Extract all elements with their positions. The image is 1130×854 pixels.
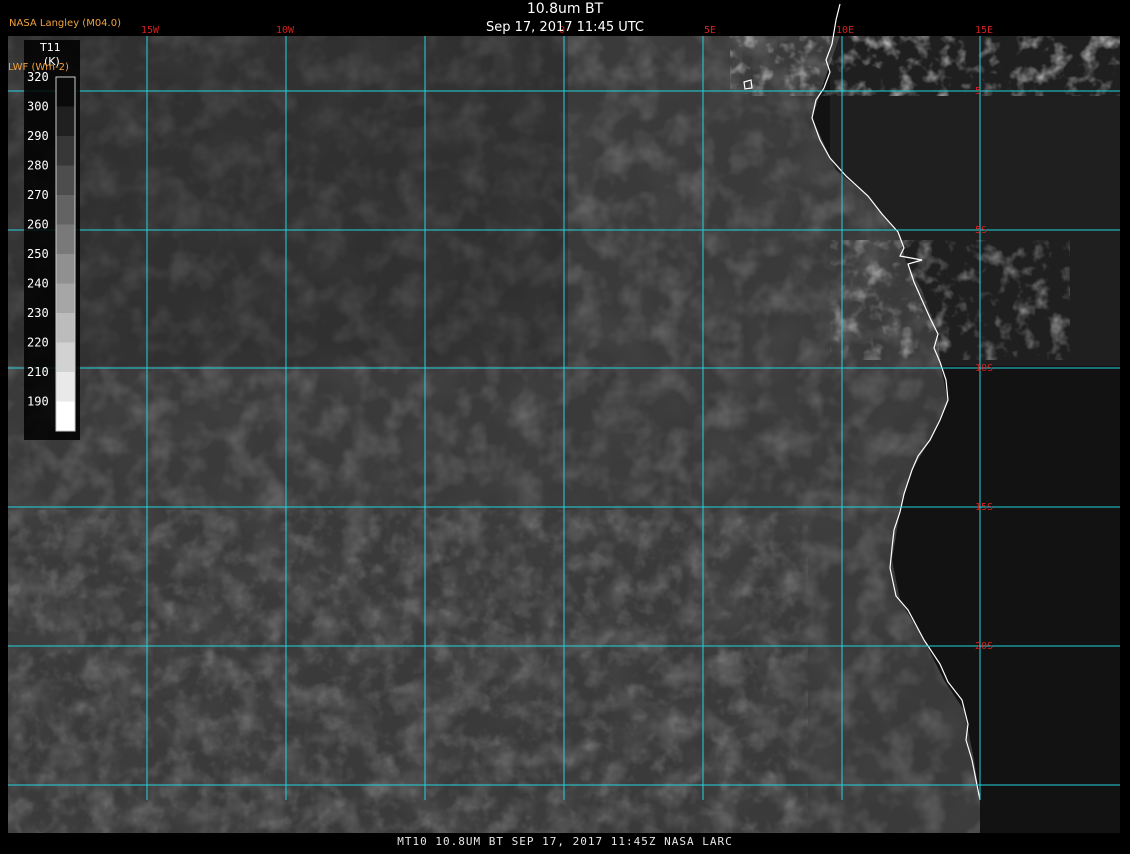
colorbar-tick-label: 240: [27, 277, 49, 291]
colorbar-swatch: [56, 401, 75, 432]
cloud-north-east: [730, 36, 1120, 96]
lat-label-5s: 5S: [975, 225, 987, 236]
colorbar-tick-label: 230: [27, 306, 49, 320]
colorbar-swatch: [56, 254, 75, 284]
ocean-dark-northwest: [8, 36, 568, 366]
colorbar: 320300290280270260250240230220210190: [24, 40, 80, 440]
colorbar-tick-label: 210: [27, 365, 49, 379]
colorbar-tick-label: 260: [27, 218, 49, 232]
satellite-image-viewer: 15W 10W 0 5E 10E 15E 5 5S 10S 15S 20S 32…: [0, 0, 1130, 850]
footer-caption: MT10 10.8UM BT SEP 17, 2017 11:45Z NASA …: [397, 835, 733, 848]
lat-label-10s: 10S: [975, 363, 993, 374]
colorbar-swatch: [56, 165, 75, 196]
satellite-map: 15W 10W 0 5E 10E 15E 5 5S 10S 15S 20S 32…: [8, 3, 1120, 833]
colorbar-tick-label: 220: [27, 336, 49, 350]
colorbar-swatch: [56, 283, 75, 314]
colorbar-swatch: [56, 136, 75, 166]
colorbar-tick-label: 280: [27, 159, 49, 173]
colorbar-tick-label: 300: [27, 100, 49, 114]
lat-label-15s: 15S: [975, 502, 993, 513]
colorbar-variable: T11: [40, 41, 61, 54]
colorbar-tick-label: 250: [27, 247, 49, 261]
colorbar-swatch: [56, 313, 75, 343]
colorbar-swatch: [56, 342, 75, 373]
lat-label-20s: 20S: [975, 641, 993, 652]
colorbar-tick-label: 270: [27, 188, 49, 202]
lat-label-5: 5: [975, 86, 981, 97]
colorbar-swatch: [56, 195, 75, 225]
observation-timestamp: Sep 17, 2017 11:45 UTC: [485, 20, 645, 35]
colorbar-swatch: [56, 106, 75, 137]
colorbar-swatches: [56, 77, 75, 432]
colorbar-swatch: [56, 77, 75, 107]
colorbar-tick-label: 290: [27, 129, 49, 143]
lwf-label: LWF (Wm-2): [8, 62, 69, 73]
credit-label: NASA Langley (M04.0): [9, 18, 121, 29]
colorbar-swatch: [56, 372, 75, 402]
colorbar-swatch: [56, 224, 75, 255]
product-title: 10.8um BT: [526, 1, 604, 17]
cloud-angola: [830, 240, 1070, 360]
colorbar-tick-label: 190: [27, 395, 49, 409]
